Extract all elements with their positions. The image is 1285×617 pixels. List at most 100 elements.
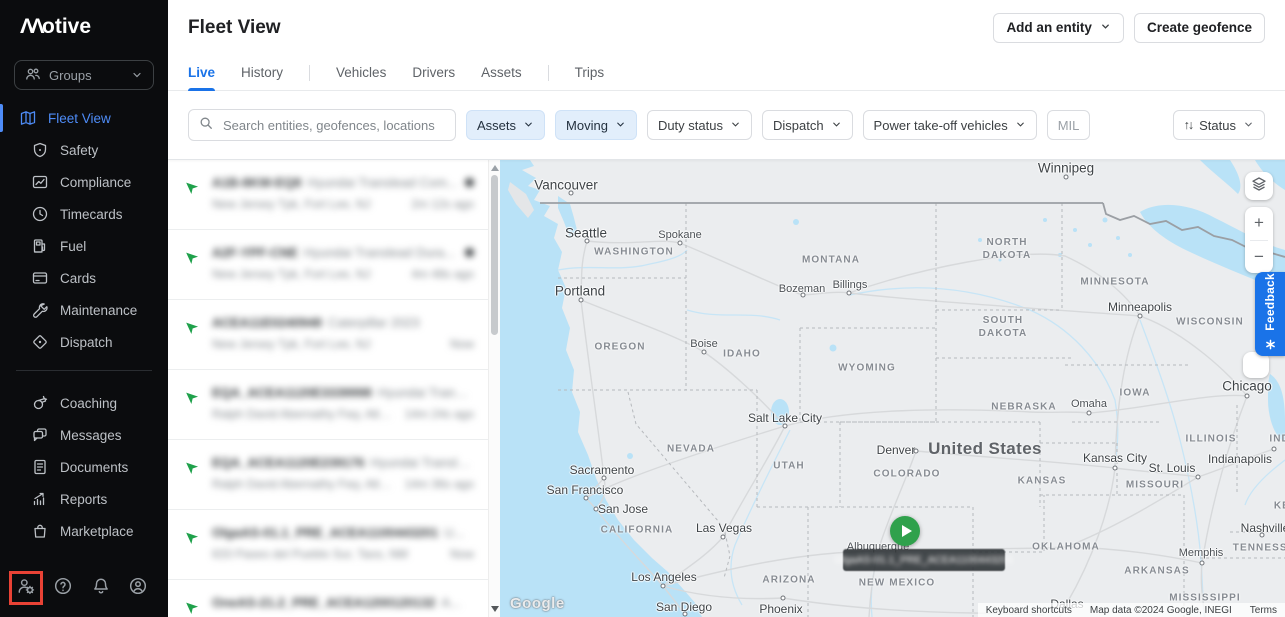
- sidebar-item-cards[interactable]: Cards: [0, 262, 168, 294]
- map-icon: [20, 110, 36, 126]
- sidebar-item-label: Documents: [60, 459, 129, 475]
- asset-location: New Jersey Tpk, Fort Lee, NJ: [212, 197, 371, 211]
- sidebar-nav-secondary: Coaching Messages Documents Reports Marketpl…: [0, 387, 168, 547]
- asset-location: New Jersey Tpk, Fort Lee, NJ: [212, 337, 371, 351]
- asset-description: Hyundai Translead Com...: [307, 175, 458, 190]
- motive-logo: ΛΛotive: [20, 15, 92, 38]
- asset-id: A1B-8KW-EQ8: [212, 175, 302, 190]
- sidebar-item-dispatch[interactable]: Dispatch: [0, 326, 168, 358]
- sidebar-item-label: Safety: [60, 142, 99, 158]
- chevron-down-icon: [131, 69, 143, 81]
- sidebar-item-reports[interactable]: Reports: [0, 483, 168, 515]
- filter-chip-dispatch[interactable]: Dispatch: [761, 110, 853, 140]
- asset-id: EQA_ACEA1120E3339998: [212, 385, 372, 400]
- map-canvas[interactable]: WASHINGTON MONTANA NORTH DAKOTA MINNESOTA SO…: [500, 160, 1285, 617]
- zoom-out-button[interactable]: −: [1245, 241, 1273, 274]
- main-area: Fleet View Add an entity Create geofence…: [168, 0, 1285, 617]
- sidebar-item-documents[interactable]: Documents: [0, 451, 168, 483]
- sidebar-item-label: Reports: [60, 491, 108, 507]
- sidebar-item-fleet-view[interactable]: Fleet View: [0, 102, 168, 134]
- app-window: ΛΛotive Groups Fleet View Safety Complianc…: [0, 0, 1285, 617]
- sidebar-item-label: Maintenance: [60, 302, 138, 318]
- tab-bar: Live History Vehicles Drivers Assets Trips: [168, 55, 1285, 91]
- status-sort-control[interactable]: ↑↓ Status: [1172, 110, 1265, 140]
- page-header: Fleet View Add an entity Create geofence: [168, 0, 1285, 55]
- tab-assets[interactable]: Assets: [481, 55, 522, 90]
- map-layers-button[interactable]: [1245, 172, 1273, 200]
- list-scrollbar[interactable]: [488, 160, 500, 617]
- asset-marker-tooltip: OlgaAS-01.1_PRE_ACEA1100443201: [834, 549, 1014, 571]
- asset-location: New Jersey Tpk, Fort Lee, NJ: [212, 267, 371, 281]
- asset-id: OlgaAS-01.1_PRE_ACEA1100443201: [212, 525, 439, 540]
- tab-history[interactable]: History: [241, 55, 283, 90]
- asset-marker-play[interactable]: [890, 516, 920, 546]
- sidebar-item-compliance[interactable]: Compliance: [0, 166, 168, 198]
- create-geofence-button[interactable]: Create geofence: [1133, 12, 1265, 43]
- scroll-down-arrow-icon[interactable]: [491, 606, 499, 612]
- asset-location: Ralph David Abernathy Fwy, Atlanta, GA: [212, 407, 397, 421]
- sidebar-item-maintenance[interactable]: Maintenance: [0, 294, 168, 326]
- heading-arrow-icon: [183, 459, 199, 475]
- zoom-in-button[interactable]: +: [1245, 207, 1273, 240]
- groups-selector[interactable]: Groups: [14, 60, 154, 90]
- sidebar-footer: [0, 571, 168, 617]
- filter-chip-assets[interactable]: Assets: [466, 110, 546, 140]
- add-entity-button[interactable]: Add an entity: [993, 12, 1124, 43]
- tab-trips[interactable]: Trips: [575, 55, 605, 90]
- clock-icon: [32, 206, 48, 222]
- sidebar-item-safety[interactable]: Safety: [0, 134, 168, 166]
- feedback-tab[interactable]: Feedback: [1255, 272, 1285, 356]
- admin-user-gear-icon: [17, 577, 35, 600]
- asset-badge-icon: [465, 248, 474, 257]
- scroll-up-arrow-icon[interactable]: [491, 165, 499, 171]
- keyboard-shortcuts-link[interactable]: Keyboard shortcuts: [986, 605, 1072, 616]
- help-icon: [54, 577, 72, 600]
- filter-bar: Assets Moving Duty status Dispatch Power tak…: [168, 91, 1285, 160]
- asset-description: Hyundai Transle...: [370, 455, 475, 470]
- asset-list-row[interactable]: EQA_ACEA1120E239176 Hyundai Transle... Ral…: [168, 440, 488, 510]
- filter-chip-power-take-off-vehicles[interactable]: Power take-off vehicles: [862, 110, 1037, 140]
- tab-vehicles[interactable]: Vehicles: [336, 55, 386, 90]
- asset-list-row[interactable]: OlgaAS-01.1_PRE_ACEA1100443201 U... 633 Pa…: [168, 510, 488, 580]
- tab-drivers[interactable]: Drivers: [412, 55, 455, 90]
- map-attribution: Keyboard shortcuts Map data ©2024 Google…: [977, 603, 1285, 617]
- admin-user-gear-button[interactable]: [9, 571, 43, 605]
- chevron-down-icon: [615, 118, 626, 133]
- sidebar-item-label: Fleet View: [48, 110, 111, 126]
- search-box: [188, 109, 456, 141]
- notifications-bell-icon: [92, 577, 110, 600]
- scrollbar-thumb[interactable]: [491, 175, 498, 335]
- search-input[interactable]: [221, 116, 445, 134]
- chevron-down-icon: [831, 118, 842, 133]
- filter-chip-duty-status[interactable]: Duty status: [646, 110, 752, 140]
- sidebar-item-timecards[interactable]: Timecards: [0, 198, 168, 230]
- asset-list-row[interactable]: OneAS-21.2_PRE_ACEA1200120132 A...: [168, 580, 488, 617]
- map-zoom-control: + −: [1245, 207, 1273, 273]
- filter-chip-mil[interactable]: MIL: [1046, 110, 1091, 140]
- asset-list-row[interactable]: EQA_ACEA1120E3339998 Hyundai Transle... Ra…: [168, 370, 488, 440]
- tab-live[interactable]: Live: [188, 55, 216, 91]
- map-data-attribution: Map data ©2024 Google, INEGI: [1089, 604, 1232, 616]
- terms-link[interactable]: Terms: [1250, 605, 1277, 616]
- whistle-icon: [32, 395, 48, 411]
- fuel-pump-icon: [32, 238, 48, 254]
- asset-list-row[interactable]: A2F-YPF-CNE Hyundai Translead Dura... New …: [168, 230, 488, 300]
- filter-chip-moving[interactable]: Moving: [555, 110, 637, 140]
- asset-last-update: 14m 24s ago: [404, 407, 474, 421]
- chevron-down-icon: [1015, 118, 1026, 133]
- sidebar-item-fuel[interactable]: Fuel: [0, 230, 168, 262]
- help-button[interactable]: [46, 571, 80, 605]
- asset-list-row[interactable]: A1B-8KW-EQ8 Hyundai Translead Com... New J…: [168, 160, 488, 230]
- account-button[interactable]: [121, 571, 155, 605]
- heading-arrow-icon: [183, 389, 199, 405]
- sidebar-item-coaching[interactable]: Coaching: [0, 387, 168, 419]
- content-area: A1B-8KW-EQ8 Hyundai Translead Com... New J…: [168, 160, 1285, 617]
- sidebar-item-messages[interactable]: Messages: [0, 419, 168, 451]
- asset-id: A2F-YPF-CNE: [212, 245, 298, 260]
- sidebar-item-marketplace[interactable]: Marketplace: [0, 515, 168, 547]
- notifications-bell-button[interactable]: [84, 571, 118, 605]
- filter-chips: Assets Moving Duty status Dispatch Power tak…: [466, 110, 1091, 140]
- chat-icon: [32, 427, 48, 443]
- asset-list-row[interactable]: ACEA11E0240948 Caterpillar 2023 New Jersey…: [168, 300, 488, 370]
- heading-arrow-icon: [183, 179, 199, 195]
